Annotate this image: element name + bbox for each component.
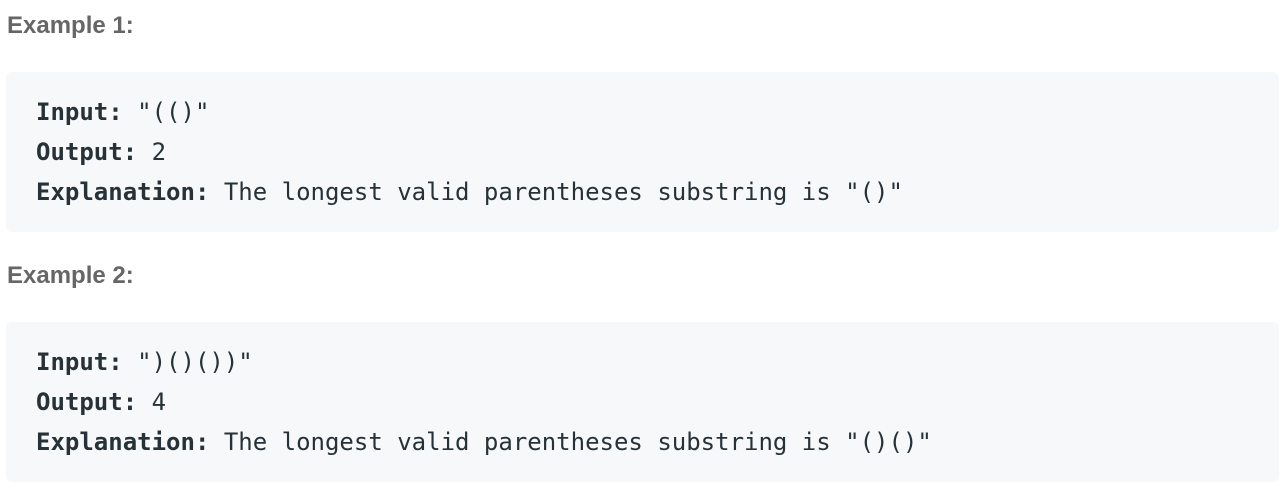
input-line: Input: ")()())" (36, 342, 932, 382)
output-label: Output: (36, 388, 138, 416)
explanation-line: Explanation: The longest valid parenthes… (36, 422, 932, 462)
example-2-code-block: Input: ")()())" Output: 4 Explanation: The… (6, 322, 1279, 482)
output-value: 4 (137, 388, 167, 416)
explanation-label: Explanation: (36, 428, 210, 456)
input-value: ")()())" (122, 348, 253, 376)
example-2-text: Input: ")()())" Output: 4 Explanation: The… (36, 342, 932, 462)
output-line: Output: 4 (36, 382, 932, 422)
input-label: Input: (36, 98, 123, 126)
explanation-value: The longest valid parentheses substring … (209, 178, 903, 206)
explanation-label: Explanation: (36, 178, 210, 206)
example-1-heading: Example 1: (7, 12, 134, 39)
input-value: "(()" (122, 98, 210, 126)
example-1-code-block: Input: "(()" Output: 2 Explanation: The lo… (6, 72, 1279, 232)
output-value: 2 (137, 138, 167, 166)
example-2-heading: Example 2: (7, 262, 134, 289)
output-label: Output: (36, 138, 138, 166)
explanation-line: Explanation: The longest valid parenthes… (36, 172, 903, 212)
example-1-text: Input: "(()" Output: 2 Explanation: The lo… (36, 92, 903, 212)
output-line: Output: 2 (36, 132, 903, 172)
input-label: Input: (36, 348, 123, 376)
explanation-value: The longest valid parentheses substring … (209, 428, 932, 456)
input-line: Input: "(()" (36, 92, 903, 132)
